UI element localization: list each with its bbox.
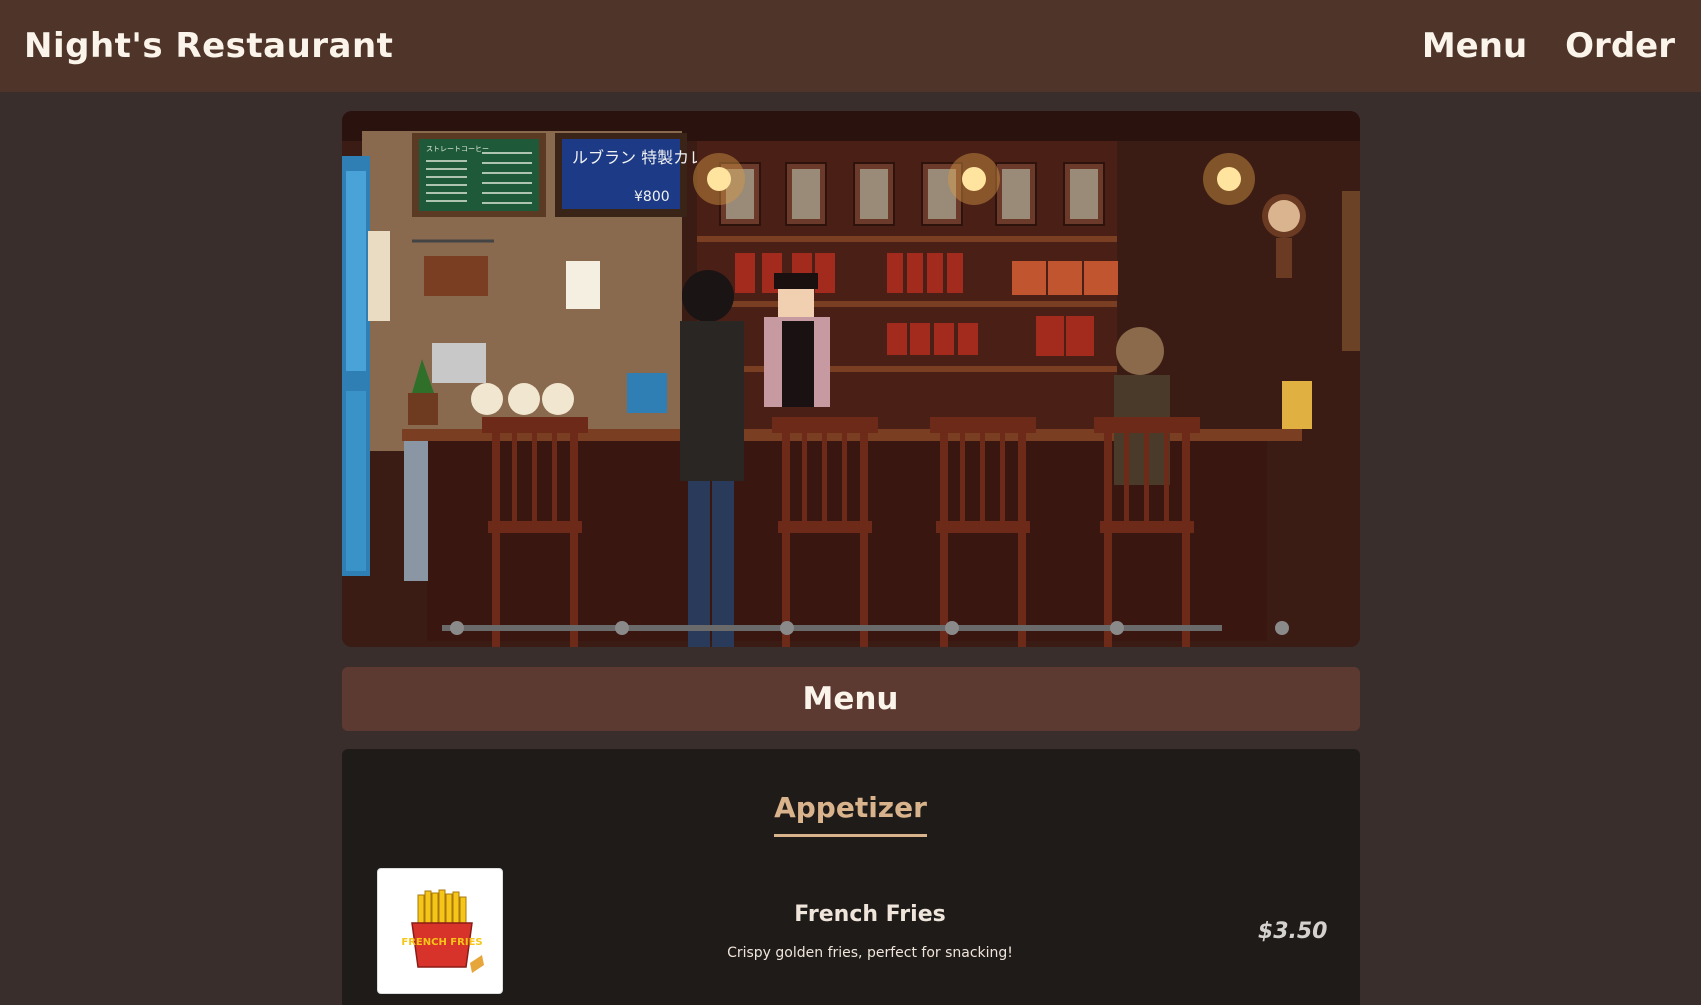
fries-icon: FRENCH FRIES: [401, 889, 484, 973]
menu-item-name: French Fries: [794, 901, 946, 927]
hero-cafe-image: ストレートコーヒー ルブラン 特製カレー ¥800: [341, 111, 1360, 647]
category-heading: Appetizer: [342, 791, 1360, 837]
main-content: ストレートコーヒー ルブラン 特製カレー ¥800 Menu Appetizer…: [341, 111, 1360, 1005]
top-navbar: Night's Restaurant Menu Order: [0, 0, 1701, 92]
chalkboard-text: ストレートコーヒー: [426, 145, 489, 153]
nav-links: Menu Order: [1422, 26, 1675, 66]
fries-box-text: FRENCH FRIES: [401, 937, 482, 948]
menu-item-description: Crispy golden fries, perfect for snackin…: [727, 944, 1013, 961]
french-fries-image: FRENCH FRIES: [376, 868, 503, 994]
nav-link-menu[interactable]: Menu: [1422, 26, 1527, 66]
menu-item-info: French Fries Crispy golden fries, perfec…: [503, 902, 1218, 961]
menu-item-price: $3.50: [1257, 918, 1328, 944]
menu-panel: Appetizer FRENCH FRIES French Fries Cris…: [341, 749, 1360, 1005]
menu-item-french-fries[interactable]: FRENCH FRIES French Fries Crispy golden …: [376, 868, 1328, 994]
menu-section-header: Menu: [341, 667, 1360, 731]
curry-sign-price: ¥800: [634, 189, 670, 205]
nav-link-order[interactable]: Order: [1565, 26, 1675, 66]
category-title-appetizer: Appetizer: [774, 791, 927, 837]
brand-title[interactable]: Night's Restaurant: [24, 26, 393, 66]
